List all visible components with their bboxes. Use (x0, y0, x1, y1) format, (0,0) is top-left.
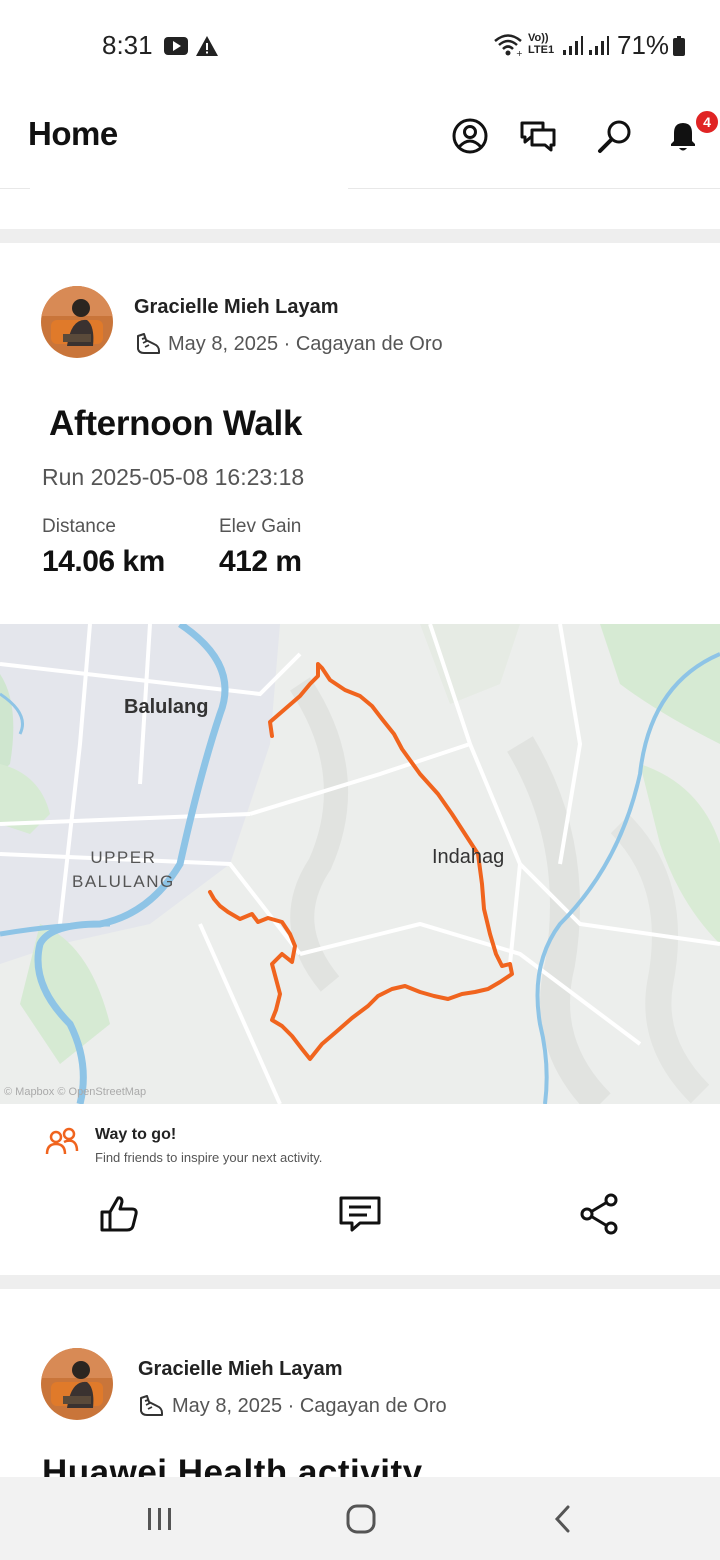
stat-value-elev-gain: 412 m (219, 545, 302, 578)
notification-badge: 4 (694, 109, 720, 135)
stat-value-distance: 14.06 km (42, 545, 165, 578)
battery-icon (673, 36, 685, 56)
wifi-icon: + (494, 34, 523, 57)
map-label-indahag: Indahag (432, 846, 505, 868)
like-icon[interactable] (96, 1190, 144, 1238)
friends-icon (45, 1127, 79, 1155)
chat-icon[interactable] (518, 116, 558, 156)
stat-label-elev-gain: Elev Gain (219, 516, 302, 537)
map-label-upper-balulang: UPPER BALULANG (72, 848, 175, 891)
home-icon[interactable] (339, 1497, 383, 1541)
activity-title-2[interactable]: Huawei Health activity (42, 1453, 423, 1477)
activity-meta-2: May 8, 2025 · Cagayan de Oro (172, 1395, 447, 1417)
volte-indicator: Vo)) LTE1 (528, 32, 555, 56)
signal-icon-2 (589, 36, 609, 55)
avatar[interactable] (41, 286, 113, 358)
comment-icon[interactable] (336, 1190, 384, 1238)
header-divider (0, 188, 30, 189)
activity-subtitle: Run 2025-05-08 16:23:18 (42, 464, 305, 490)
avatar-2[interactable] (41, 1348, 113, 1420)
route-map[interactable]: Balulang UPPER BALULANG Indahag © Mapbox… (0, 624, 720, 1104)
feed-separator (0, 1275, 720, 1289)
feed-separator (0, 229, 720, 243)
signal-icon (563, 36, 583, 55)
status-time: 8:31 (102, 30, 153, 60)
activity-title[interactable]: Afternoon Walk (49, 404, 302, 444)
warning-icon (196, 36, 218, 56)
profile-icon[interactable] (450, 116, 490, 156)
header-divider-right (348, 188, 720, 189)
shoe-icon-2 (140, 1395, 163, 1416)
share-icon[interactable] (576, 1190, 624, 1238)
stat-label-distance: Distance (42, 516, 116, 537)
svg-text:+: + (516, 49, 523, 57)
athlete-name[interactable]: Gracielle Mieh Layam (134, 296, 339, 319)
prompt-subtitle[interactable]: Find friends to inspire your next activi… (95, 1150, 322, 1165)
recent-apps-icon[interactable] (138, 1497, 182, 1541)
youtube-notification-icon (164, 37, 188, 55)
prompt-title[interactable]: Way to go! (95, 1126, 176, 1144)
page-title: Home (28, 115, 118, 152)
athlete-name-2[interactable]: Gracielle Mieh Layam (138, 1358, 343, 1381)
back-icon[interactable] (542, 1497, 586, 1541)
shoe-icon (137, 333, 160, 354)
map-label-balulang: Balulang (124, 696, 209, 718)
map-attribution[interactable]: © Mapbox © OpenStreetMap (4, 1086, 146, 1098)
battery-percentage: 71% (617, 30, 670, 60)
activity-meta: May 8, 2025 · Cagayan de Oro (168, 333, 443, 355)
search-icon[interactable] (595, 116, 635, 156)
